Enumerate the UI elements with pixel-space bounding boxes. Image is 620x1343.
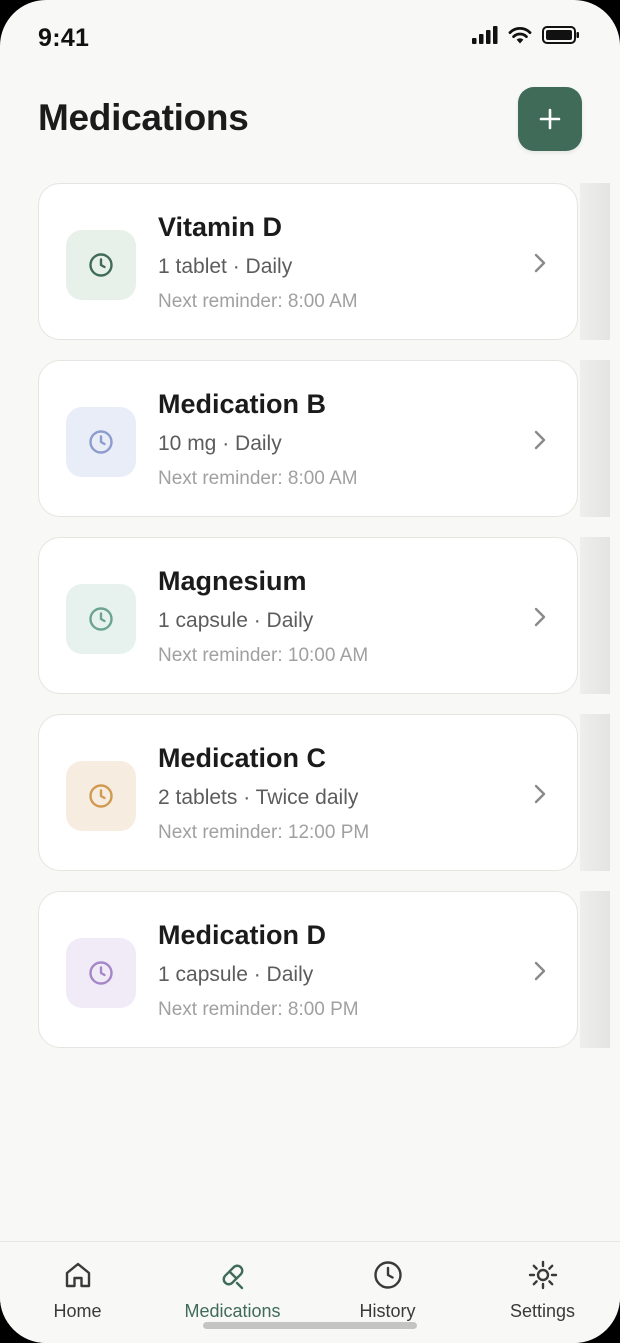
medication-name: Medication D (158, 920, 327, 950)
medication-card[interactable]: Medication B 10 mg · Daily Next reminder… (38, 360, 578, 517)
gear-icon (526, 1258, 560, 1292)
chevron-right-icon (534, 430, 546, 450)
status-bar: 9:41 (0, 0, 620, 76)
status-icons (472, 26, 580, 44)
medication-list: Vitamin D 1 tablet · Daily Next reminder… (38, 183, 580, 1068)
add-medication-button[interactable] (518, 87, 582, 151)
next-reminder: Next reminder: 8:00 PM (158, 999, 359, 1020)
tab-settings[interactable]: Settings (465, 1242, 620, 1343)
medication-icon-box (66, 938, 136, 1008)
card-shadow (580, 360, 610, 517)
app-screen: 9:41 Medications Vitamin D 1 tablet · Da… (0, 0, 620, 1343)
signal-icon (472, 26, 498, 44)
medication-dose: 1 tablet · Daily (158, 255, 293, 278)
next-reminder: Next reminder: 12:00 PM (158, 822, 370, 843)
clock-icon (89, 607, 113, 631)
plus-icon (539, 108, 561, 130)
chevron-right-icon (534, 607, 546, 627)
wifi-icon (508, 27, 532, 44)
tab-home[interactable]: Home (0, 1242, 155, 1343)
medication-name: Vitamin D (158, 212, 283, 242)
chevron-right-icon (534, 253, 546, 273)
clock-icon (89, 430, 113, 454)
next-reminder: Next reminder: 8:00 AM (158, 291, 358, 312)
card-shadow (580, 537, 610, 694)
pill-icon (216, 1258, 250, 1292)
chevron-right-icon (534, 784, 546, 804)
tab-label: Medications (184, 1301, 281, 1321)
card-shadow (580, 714, 610, 871)
clock-icon (89, 784, 113, 808)
medication-name: Medication B (158, 389, 327, 419)
chevron-right-icon (534, 961, 546, 981)
card-shadow (580, 891, 610, 1048)
tab-label: Settings (509, 1301, 576, 1321)
next-reminder: Next reminder: 8:00 AM (158, 468, 358, 489)
tab-label: History (359, 1301, 416, 1321)
medication-name: Medication C (158, 743, 327, 773)
clock-icon (89, 253, 113, 277)
home-icon (61, 1258, 95, 1292)
battery-icon (542, 26, 579, 44)
page-title: Medications (38, 97, 249, 138)
medication-card[interactable]: Medication D 1 capsule · Daily Next remi… (38, 891, 578, 1048)
medication-dose: 1 capsule · Daily (158, 609, 314, 632)
clock-icon (89, 961, 113, 985)
next-reminder: Next reminder: 10:00 AM (158, 645, 369, 666)
medication-dose: 10 mg · Daily (158, 432, 282, 455)
home-indicator (203, 1322, 417, 1329)
medication-icon-box (66, 761, 136, 831)
medication-card[interactable]: Magnesium 1 capsule · Daily Next reminde… (38, 537, 578, 694)
medication-dose: 1 capsule · Daily (158, 963, 314, 986)
status-time: 9:41 (38, 24, 90, 52)
tab-label: Home (53, 1301, 102, 1321)
card-shadow (580, 183, 610, 340)
medication-dose: 2 tablets · Twice daily (158, 786, 359, 809)
medication-icon-box (66, 407, 136, 477)
medication-card[interactable]: Vitamin D 1 tablet · Daily Next reminder… (38, 183, 578, 340)
medication-icon-box (66, 584, 136, 654)
medication-card[interactable]: Medication C 2 tablets · Twice daily Nex… (38, 714, 578, 871)
medication-icon-box (66, 230, 136, 300)
medication-name: Magnesium (158, 566, 307, 596)
clock-icon (371, 1258, 405, 1292)
